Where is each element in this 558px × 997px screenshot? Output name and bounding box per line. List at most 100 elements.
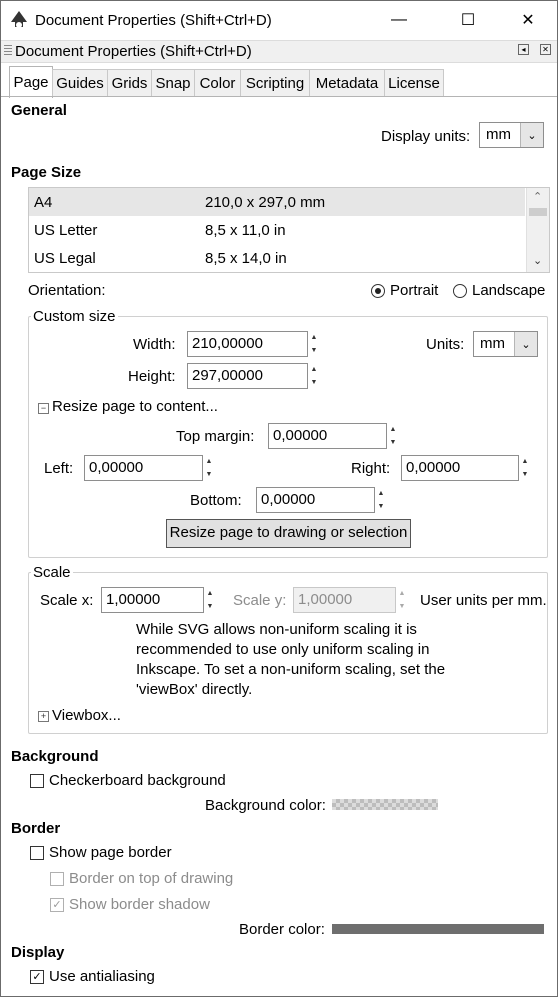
top-margin-label: Top margin:: [176, 428, 255, 445]
spin-up-icon[interactable]: ▲: [376, 487, 386, 500]
spin-up-icon: ▲: [398, 590, 406, 597]
antialiasing-checkbox[interactable]: ✓: [30, 970, 44, 984]
resize-expander-label[interactable]: Resize page to content...: [52, 398, 218, 415]
spin-up-icon[interactable]: ▲: [309, 331, 319, 344]
background-color-label: Background color:: [205, 797, 326, 814]
custom-size-title: Custom size: [31, 308, 118, 325]
scale-x-input[interactable]: 1,00000: [101, 587, 204, 613]
left-margin-spinner[interactable]: ▲ ▼: [204, 455, 214, 481]
checkerboard-checkbox[interactable]: [30, 774, 44, 788]
border-color-swatch[interactable]: [332, 924, 544, 934]
width-spinner[interactable]: ▲ ▼: [309, 331, 319, 357]
right-margin-label: Right:: [351, 460, 391, 477]
page-size-dimensions: 210,0 x 297,0 mm: [205, 194, 326, 211]
scale-y-label: Scale y:: [233, 592, 287, 609]
spin-down-icon[interactable]: ▼: [520, 468, 530, 481]
top-margin-input[interactable]: 0,00000: [268, 423, 387, 449]
scroll-down-icon[interactable]: ⌄: [533, 254, 542, 267]
spin-up-icon[interactable]: ▲: [204, 455, 214, 468]
tab-metadata[interactable]: Metadata: [309, 69, 385, 96]
show-shadow-label: Show border shadow: [69, 896, 210, 913]
page-size-name: US Letter: [34, 222, 98, 239]
tab-page[interactable]: Page: [9, 66, 53, 98]
show-border-checkbox[interactable]: [30, 846, 44, 860]
tab-guides[interactable]: Guides: [52, 69, 108, 96]
right-margin-spinner[interactable]: ▲ ▼: [520, 455, 530, 481]
dock-close-icon[interactable]: ✕: [540, 44, 551, 55]
page-size-row[interactable]: A4 210,0 x 297,0 mm: [29, 188, 525, 216]
portrait-radio[interactable]: [371, 284, 385, 298]
spin-down-icon[interactable]: ▼: [205, 600, 215, 613]
page-size-name: US Legal: [34, 250, 96, 267]
units-select[interactable]: mm ⌄: [473, 331, 538, 357]
tab-license[interactable]: License: [384, 69, 444, 96]
scale-note-line: 'viewBox' directly.: [136, 681, 253, 698]
page-size-heading: Page Size: [11, 164, 82, 181]
scale-y-input: 1,00000: [293, 587, 396, 613]
scale-note-line: Inkscape. To set a non-uniform scaling, …: [136, 661, 446, 678]
display-units-value: mm: [486, 126, 511, 143]
bottom-margin-input[interactable]: 0,00000: [256, 487, 375, 513]
width-input[interactable]: 210,00000: [187, 331, 308, 357]
inkscape-logo-icon: [10, 10, 28, 33]
portrait-label[interactable]: Portrait: [390, 282, 438, 299]
maximize-button[interactable]: ☐: [445, 1, 491, 39]
minimize-button[interactable]: —: [376, 1, 422, 39]
chevron-down-icon: ⌄: [514, 332, 537, 356]
scale-x-label: Scale x:: [40, 592, 94, 609]
scale-note-line: While SVG allows non-uniform scaling it …: [136, 621, 417, 638]
page-size-list[interactable]: A4 210,0 x 297,0 mm US Letter 8,5 x 11,0…: [28, 187, 550, 273]
tab-grids[interactable]: Grids: [107, 69, 152, 96]
dock-header: Document Properties (Shift+Ctrl+D) ◂ ✕: [1, 40, 557, 63]
landscape-radio[interactable]: [453, 284, 467, 298]
resize-to-drawing-button[interactable]: Resize page to drawing or selection: [166, 519, 411, 548]
border-heading: Border: [11, 820, 61, 837]
scale-y-spinner: ▲ ▼: [397, 587, 407, 613]
page-size-row[interactable]: US Legal 8,5 x 14,0 in: [29, 244, 525, 272]
tab-divider: [1, 96, 557, 97]
close-button[interactable]: ✕: [505, 1, 551, 39]
spin-down-icon[interactable]: ▼: [388, 436, 398, 449]
bottom-margin-spinner[interactable]: ▲ ▼: [376, 487, 386, 513]
collapse-icon[interactable]: −: [38, 403, 49, 414]
expand-icon[interactable]: +: [38, 711, 49, 722]
background-color-swatch[interactable]: [332, 799, 438, 810]
page-size-dimensions: 8,5 x 11,0 in: [205, 222, 286, 239]
height-spinner[interactable]: ▲ ▼: [309, 363, 319, 389]
landscape-label[interactable]: Landscape: [472, 282, 545, 299]
checkerboard-label[interactable]: Checkerboard background: [49, 772, 226, 789]
right-margin-input[interactable]: 0,00000: [401, 455, 519, 481]
tab-scripting[interactable]: Scripting: [240, 69, 310, 96]
spin-down-icon[interactable]: ▼: [309, 344, 319, 357]
spin-up-icon[interactable]: ▲: [309, 363, 319, 376]
general-heading: General: [11, 102, 67, 119]
page-size-row[interactable]: US Letter 8,5 x 11,0 in: [29, 216, 525, 244]
border-on-top-checkbox: [50, 872, 64, 886]
viewbox-expander-label[interactable]: Viewbox...: [52, 707, 121, 724]
tab-color[interactable]: Color: [194, 69, 241, 96]
spin-up-icon[interactable]: ▲: [205, 587, 215, 600]
scale-x-spinner[interactable]: ▲ ▼: [205, 587, 215, 613]
window-title: Document Properties (Shift+Ctrl+D): [35, 12, 272, 29]
display-units-select[interactable]: mm ⌄: [479, 122, 544, 148]
tab-snap[interactable]: Snap: [151, 69, 195, 96]
iconify-icon[interactable]: ◂: [518, 44, 529, 55]
spin-up-icon[interactable]: ▲: [388, 423, 398, 436]
page-size-name: A4: [34, 194, 53, 211]
left-margin-input[interactable]: 0,00000: [84, 455, 203, 481]
chevron-down-icon: ⌄: [520, 123, 543, 147]
spin-down-icon[interactable]: ▼: [376, 500, 386, 513]
scroll-up-icon[interactable]: ⌃: [533, 190, 542, 203]
page-size-scrollbar[interactable]: ⌃ ⌄: [526, 188, 549, 272]
height-input[interactable]: 297,00000: [187, 363, 308, 389]
scroll-thumb[interactable]: [529, 208, 547, 216]
spin-down-icon[interactable]: ▼: [309, 376, 319, 389]
antialiasing-label[interactable]: Use antialiasing: [49, 968, 155, 985]
left-margin-label: Left:: [44, 460, 74, 477]
grip-icon[interactable]: [4, 45, 12, 57]
spin-down-icon[interactable]: ▼: [204, 468, 214, 481]
top-margin-spinner[interactable]: ▲ ▼: [388, 423, 398, 449]
spin-up-icon[interactable]: ▲: [520, 455, 530, 468]
show-border-label[interactable]: Show page border: [49, 844, 172, 861]
dialog-window: Document Properties (Shift+Ctrl+D) — ☐ ✕…: [0, 0, 558, 997]
